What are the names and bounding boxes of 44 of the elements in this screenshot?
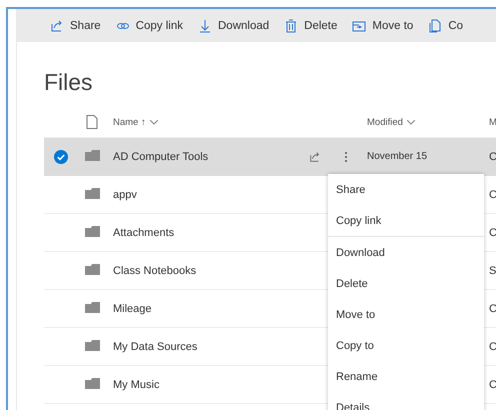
toolbar-button[interactable]: Copy link [116, 18, 183, 32]
more-icon[interactable] [344, 150, 348, 162]
page-title: Files [43, 68, 94, 97]
column-header[interactable]: Name ↑ [113, 116, 301, 128]
file-name[interactable]: AD Computer Tools [113, 150, 301, 162]
folder-icon [85, 378, 100, 388]
toolbar-button[interactable]: Share [50, 18, 101, 32]
menu-item[interactable]: Copy link [328, 205, 484, 236]
folder-icon [85, 264, 100, 274]
toolbar-button[interactable]: Co [428, 18, 464, 32]
menu-item[interactable]: Share [328, 174, 484, 205]
file-name[interactable]: My Data Sources [113, 340, 301, 352]
file-name[interactable]: appv [113, 188, 301, 200]
file-name[interactable]: My Music [113, 378, 301, 390]
modified-date: November 15 [366, 151, 428, 162]
share-icon[interactable] [309, 150, 321, 162]
folder-icon [85, 150, 100, 160]
menu-item[interactable]: Download [328, 237, 484, 268]
folder-icon [85, 340, 100, 350]
toolbar-button[interactable]: Move to [352, 18, 414, 32]
chevron-down-icon[interactable] [150, 120, 158, 124]
toolbar-button[interactable]: Download [198, 18, 270, 32]
folder-icon [85, 188, 100, 198]
download-icon [198, 18, 212, 32]
file-name[interactable]: Mileage [113, 302, 301, 314]
table-cell-text: S [488, 264, 496, 276]
share-icon [50, 18, 64, 32]
column-header[interactable]: M [483, 116, 496, 128]
menu-item[interactable]: Rename [328, 361, 484, 392]
folder-icon [85, 302, 100, 312]
menu-item[interactable]: Copy to [328, 330, 484, 361]
file-icon [86, 115, 98, 129]
folder-icon [85, 226, 100, 236]
move-icon [352, 18, 366, 32]
chevron-down-icon[interactable] [406, 120, 415, 124]
toolbar-button[interactable]: Delete [284, 18, 338, 32]
file-name[interactable]: Attachments [113, 226, 301, 238]
menu-item[interactable]: Move to [328, 299, 484, 330]
file-name[interactable]: Class Notebooks [113, 264, 301, 276]
check-icon[interactable] [54, 150, 68, 164]
column-header[interactable]: Modified [361, 116, 483, 128]
menu-item[interactable]: Delete [328, 268, 484, 299]
copy-icon [428, 18, 442, 32]
trash-icon [284, 18, 298, 32]
